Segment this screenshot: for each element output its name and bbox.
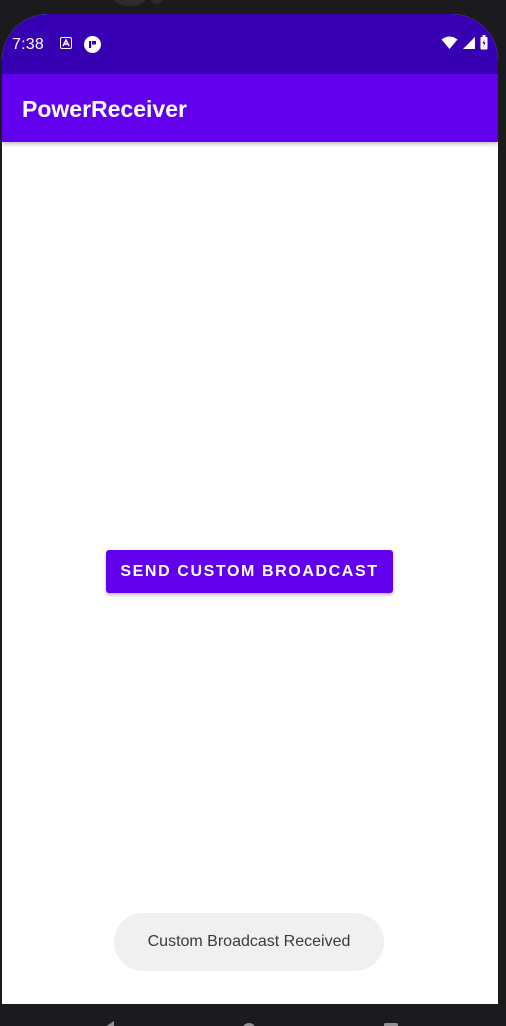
wifi-icon — [441, 36, 458, 55]
status-bar: 7:38 — [2, 14, 498, 74]
a-box-icon — [60, 37, 72, 49]
status-time: 7:38 — [12, 36, 44, 53]
recents-icon[interactable] — [382, 1018, 400, 1026]
system-icons — [441, 35, 488, 55]
toast: Custom Broadcast Received — [114, 913, 384, 971]
app-title: PowerReceiver — [22, 96, 187, 122]
back-icon[interactable] — [100, 1018, 116, 1026]
camera-cutout — [112, 0, 148, 6]
home-icon[interactable] — [240, 1018, 258, 1026]
camera-sensor — [150, 0, 164, 4]
battery-icon — [480, 35, 488, 55]
navigation-bar — [0, 1004, 506, 1026]
signal-icon — [462, 36, 476, 55]
app-bar: PowerReceiver — [2, 74, 498, 142]
send-custom-broadcast-button[interactable]: SEND CUSTOM BROADCAST — [106, 550, 393, 593]
screen: 7:38 PowerReceiver SEND CUSTOM BROADCAST… — [2, 14, 498, 1004]
device-frame: 7:38 PowerReceiver SEND CUSTOM BROADCAST… — [0, 0, 506, 1026]
circle-badge-icon — [84, 36, 101, 53]
toast-message: Custom Broadcast Received — [147, 933, 351, 950]
